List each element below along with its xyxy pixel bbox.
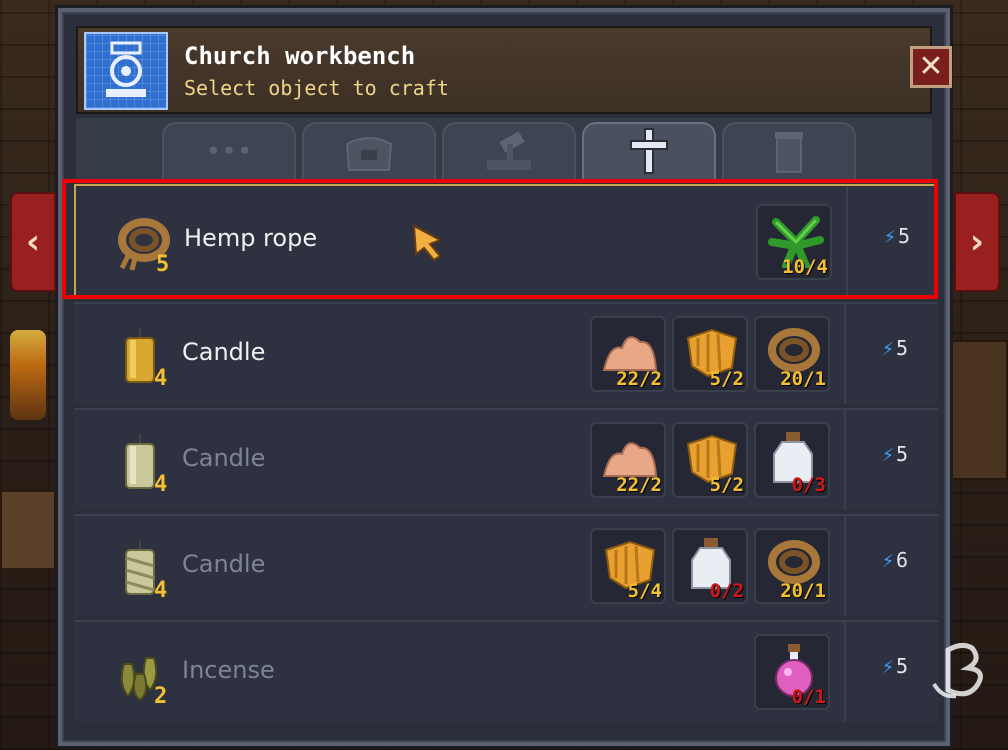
- window-subtitle: Select object to craft: [184, 76, 449, 100]
- energy-cost: ⚡ 5: [882, 654, 908, 678]
- ingredient-slot[interactable]: 22/2: [590, 422, 666, 498]
- recipe-output-count: 4: [154, 472, 168, 497]
- recipe-name: Incense: [182, 656, 275, 684]
- recipe-name: Candle: [182, 550, 266, 578]
- energy-cost: ⚡ 5: [882, 336, 908, 360]
- ellipsis-icon: •••: [205, 137, 253, 167]
- chevron-left-icon: ‹: [25, 222, 40, 262]
- ingredient-slot[interactable]: 0/1: [754, 634, 830, 710]
- barrel-icon: [775, 132, 803, 173]
- ingredient-qty: 20/1: [780, 580, 826, 602]
- recipe-output-count: 2: [154, 684, 168, 709]
- tab-tools[interactable]: [442, 122, 576, 180]
- energy-bolt-icon: ⚡: [882, 336, 895, 360]
- close-icon: ✕: [918, 49, 944, 84]
- tab-bags[interactable]: [302, 122, 436, 180]
- ingredient-qty: 5/4: [627, 580, 662, 602]
- ingredient-qty: 0/1: [791, 686, 826, 708]
- next-page-button[interactable]: ›: [954, 192, 1000, 292]
- recipe-output-count: 4: [154, 366, 168, 391]
- ingredient-slot[interactable]: 0/2: [672, 528, 748, 604]
- energy-cost: ⚡ 6: [882, 548, 908, 572]
- energy-cost: ⚡ 5: [882, 442, 908, 466]
- ingredient-qty: 20/1: [780, 368, 826, 390]
- recipe-output-count: 5: [156, 252, 170, 277]
- chevron-right-icon: ›: [969, 222, 984, 262]
- crafting-window: Church workbench Select object to craft …: [58, 8, 952, 746]
- ingredient-slot[interactable]: 20/1: [754, 316, 830, 392]
- church-cross-icon: [630, 128, 668, 174]
- ingredient-qty: 5/2: [709, 368, 744, 390]
- blueprint-icon: [84, 32, 168, 110]
- category-tabs: •••: [76, 118, 932, 180]
- energy-value: 5: [896, 654, 909, 678]
- row-divider: [844, 410, 846, 510]
- recipe-row-hemp-rope[interactable]: 5 Hemp rope 10/4 ⚡ 5: [74, 184, 938, 298]
- ingredient-slot[interactable]: 5/4: [590, 528, 666, 604]
- tab-storage[interactable]: [722, 122, 856, 180]
- tab-church[interactable]: [582, 122, 716, 180]
- watermark-logo-icon: [932, 642, 983, 699]
- recipe-output-count: 4: [154, 578, 168, 603]
- ingredient-qty: 0/3: [791, 474, 826, 496]
- recipe-row-candle-1[interactable]: 4 Candle 22/2 5/2 20/1 ⚡ 5: [74, 302, 938, 404]
- energy-value: 5: [896, 336, 909, 360]
- recipe-row-candle-2[interactable]: 4 Candle 22/2 5/2 0/3 ⚡ 5: [74, 408, 938, 510]
- recipe-name: Hemp rope: [184, 224, 318, 252]
- energy-cost: ⚡ 5: [884, 224, 910, 248]
- ingredient-slot[interactable]: 5/2: [672, 422, 748, 498]
- window-header: Church workbench Select object to craft …: [76, 26, 952, 114]
- row-divider: [846, 186, 848, 296]
- ingredient-slot[interactable]: 10/4: [756, 204, 832, 280]
- tab-misc[interactable]: •••: [162, 122, 296, 180]
- energy-value: 6: [896, 548, 909, 572]
- wall-torch: [10, 330, 46, 420]
- close-button[interactable]: ✕: [910, 46, 952, 88]
- ingredient-qty: 0/2: [709, 580, 744, 602]
- row-divider: [844, 304, 846, 404]
- row-divider: [844, 516, 846, 616]
- window-title: Church workbench: [184, 42, 416, 70]
- ingredient-slot[interactable]: 0/3: [754, 422, 830, 498]
- ingredient-qty: 22/2: [616, 368, 662, 390]
- background-shelf: [0, 490, 56, 570]
- energy-bolt-icon: ⚡: [882, 654, 895, 678]
- recipe-name: Candle: [182, 338, 266, 366]
- ingredient-slot[interactable]: 20/1: [754, 528, 830, 604]
- prev-page-button[interactable]: ‹: [10, 192, 56, 292]
- pointer-cursor-icon: [412, 224, 443, 262]
- ingredient-slot[interactable]: 22/2: [590, 316, 666, 392]
- energy-value: 5: [896, 442, 909, 466]
- energy-value: 5: [898, 224, 911, 248]
- energy-bolt-icon: ⚡: [882, 442, 895, 466]
- energy-bolt-icon: ⚡: [884, 224, 897, 248]
- recipe-row-incense[interactable]: 2 Incense 0/1 ⚡ 5: [74, 620, 938, 722]
- ingredient-qty: 22/2: [616, 474, 662, 496]
- energy-bolt-icon: ⚡: [882, 548, 895, 572]
- background-cabinet: [948, 340, 1008, 480]
- ingredient-slot[interactable]: 5/2: [672, 316, 748, 392]
- ingredient-qty: 10/4: [782, 256, 828, 278]
- recipe-row-candle-3[interactable]: 4 Candle 5/4 0/2 20/1 ⚡ 6: [74, 514, 938, 616]
- ingredient-qty: 5/2: [709, 474, 744, 496]
- recipe-name: Candle: [182, 444, 266, 472]
- bag-icon: [345, 137, 393, 171]
- hammer-icon: [487, 131, 531, 170]
- row-divider: [844, 622, 846, 722]
